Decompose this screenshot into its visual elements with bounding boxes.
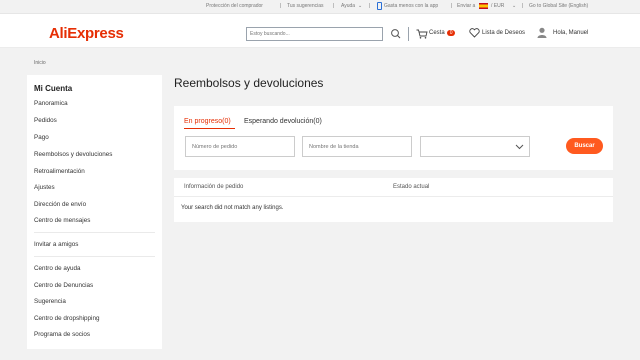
- suggestions-link[interactable]: Tus sugerencias: [287, 3, 324, 9]
- order-number-input[interactable]: [185, 136, 295, 157]
- column-header-order-info: Información de pedido: [184, 184, 244, 190]
- app-promo-link[interactable]: Gasta menos con la app: [384, 3, 438, 9]
- search-button[interactable]: [382, 27, 408, 41]
- aliexpress-logo[interactable]: AliExpress: [49, 25, 124, 42]
- top-utility-bar: Protección del comprador | Tus sugerenci…: [0, 0, 640, 14]
- separator: |: [369, 3, 371, 9]
- sidebar-item-payment[interactable]: Pago: [34, 134, 49, 141]
- sidebar-title: Mi Cuenta: [34, 84, 73, 93]
- store-name-input[interactable]: [302, 136, 412, 157]
- separator: |: [451, 3, 453, 9]
- search-input[interactable]: [247, 28, 384, 40]
- column-header-status: Estado actual: [393, 184, 430, 190]
- sidebar-item-settings[interactable]: Ajustes: [34, 184, 55, 191]
- account-sidebar: Mi Cuenta Panoramica Pedidos Pago Reembo…: [27, 75, 162, 349]
- page-title: Reembolsos y devoluciones: [174, 76, 324, 90]
- cart-label: Cesta: [429, 30, 445, 36]
- buyer-protection-link[interactable]: Protección del comprador: [206, 3, 263, 9]
- sidebar-item-overview[interactable]: Panoramica: [34, 100, 68, 107]
- search-submit-button[interactable]: Buscar: [566, 138, 603, 154]
- wishlist-link[interactable]: Lista de Deseos: [482, 30, 525, 36]
- sidebar-divider: [34, 232, 155, 233]
- tab-awaiting-return[interactable]: Esperando devolución(0): [244, 118, 322, 125]
- sidebar-item-refunds[interactable]: Reembolsos y devoluciones: [34, 151, 112, 158]
- table-header-divider: [174, 196, 613, 197]
- site-header: AliExpress Cesta0 Lista de Deseos Hola, …: [0, 14, 640, 48]
- status-select[interactable]: [420, 136, 530, 157]
- heart-icon[interactable]: [469, 28, 480, 38]
- mobile-phone-icon: [377, 2, 382, 10]
- sidebar-item-help-center[interactable]: Centro de ayuda: [34, 265, 81, 272]
- sidebar-item-invite-friends[interactable]: Invitar a amigos: [34, 241, 78, 248]
- chevron-down-icon: ⌄: [512, 3, 517, 9]
- separator: |: [522, 3, 524, 9]
- chevron-down-icon: [515, 144, 524, 150]
- search-bar: [246, 27, 409, 41]
- user-greeting[interactable]: Hola, Manuel: [553, 30, 588, 36]
- sidebar-item-orders[interactable]: Pedidos: [34, 117, 57, 124]
- sidebar-item-feedback[interactable]: Retroalimentación: [34, 168, 85, 175]
- chevron-down-icon: ⌄: [358, 3, 363, 9]
- sidebar-item-suggestion[interactable]: Sugerencia: [34, 298, 66, 305]
- results-table: Información de pedido Estado actual Your…: [174, 178, 613, 222]
- separator: |: [280, 3, 282, 9]
- sidebar-item-shipping-address[interactable]: Dirección de envío: [34, 201, 86, 208]
- sidebar-item-message-center[interactable]: Centro de mensajes: [34, 217, 90, 224]
- search-icon: [391, 29, 401, 39]
- filter-panel: En progreso(0) Esperando devolución(0) B…: [174, 106, 613, 170]
- sidebar-item-disputes[interactable]: Centro de Denuncias: [34, 282, 93, 289]
- sidebar-item-dropshipping[interactable]: Centro de dropshipping: [34, 315, 99, 322]
- cart-link[interactable]: Cesta 0: [429, 30, 456, 36]
- tab-in-progress[interactable]: En progreso(0): [184, 118, 231, 125]
- user-avatar-icon[interactable]: [537, 27, 547, 38]
- cart-icon[interactable]: [416, 29, 428, 39]
- spain-flag-icon: [479, 3, 488, 9]
- sidebar-divider: [34, 256, 155, 257]
- empty-results-message: Your search did not match any listings.: [181, 205, 284, 211]
- cart-count-badge: 0: [446, 30, 456, 36]
- active-tab-indicator: [184, 128, 235, 129]
- global-site-link[interactable]: Go to Global Site (English): [529, 3, 588, 9]
- sidebar-item-affiliate-program[interactable]: Programa de socios: [34, 331, 90, 338]
- currency-label[interactable]: / EUR: [491, 3, 504, 9]
- separator: |: [333, 3, 335, 9]
- ship-to-label[interactable]: Enviar a: [457, 3, 475, 9]
- help-menu[interactable]: Ayuda: [341, 3, 355, 9]
- breadcrumb-home[interactable]: Inicio: [34, 60, 46, 66]
